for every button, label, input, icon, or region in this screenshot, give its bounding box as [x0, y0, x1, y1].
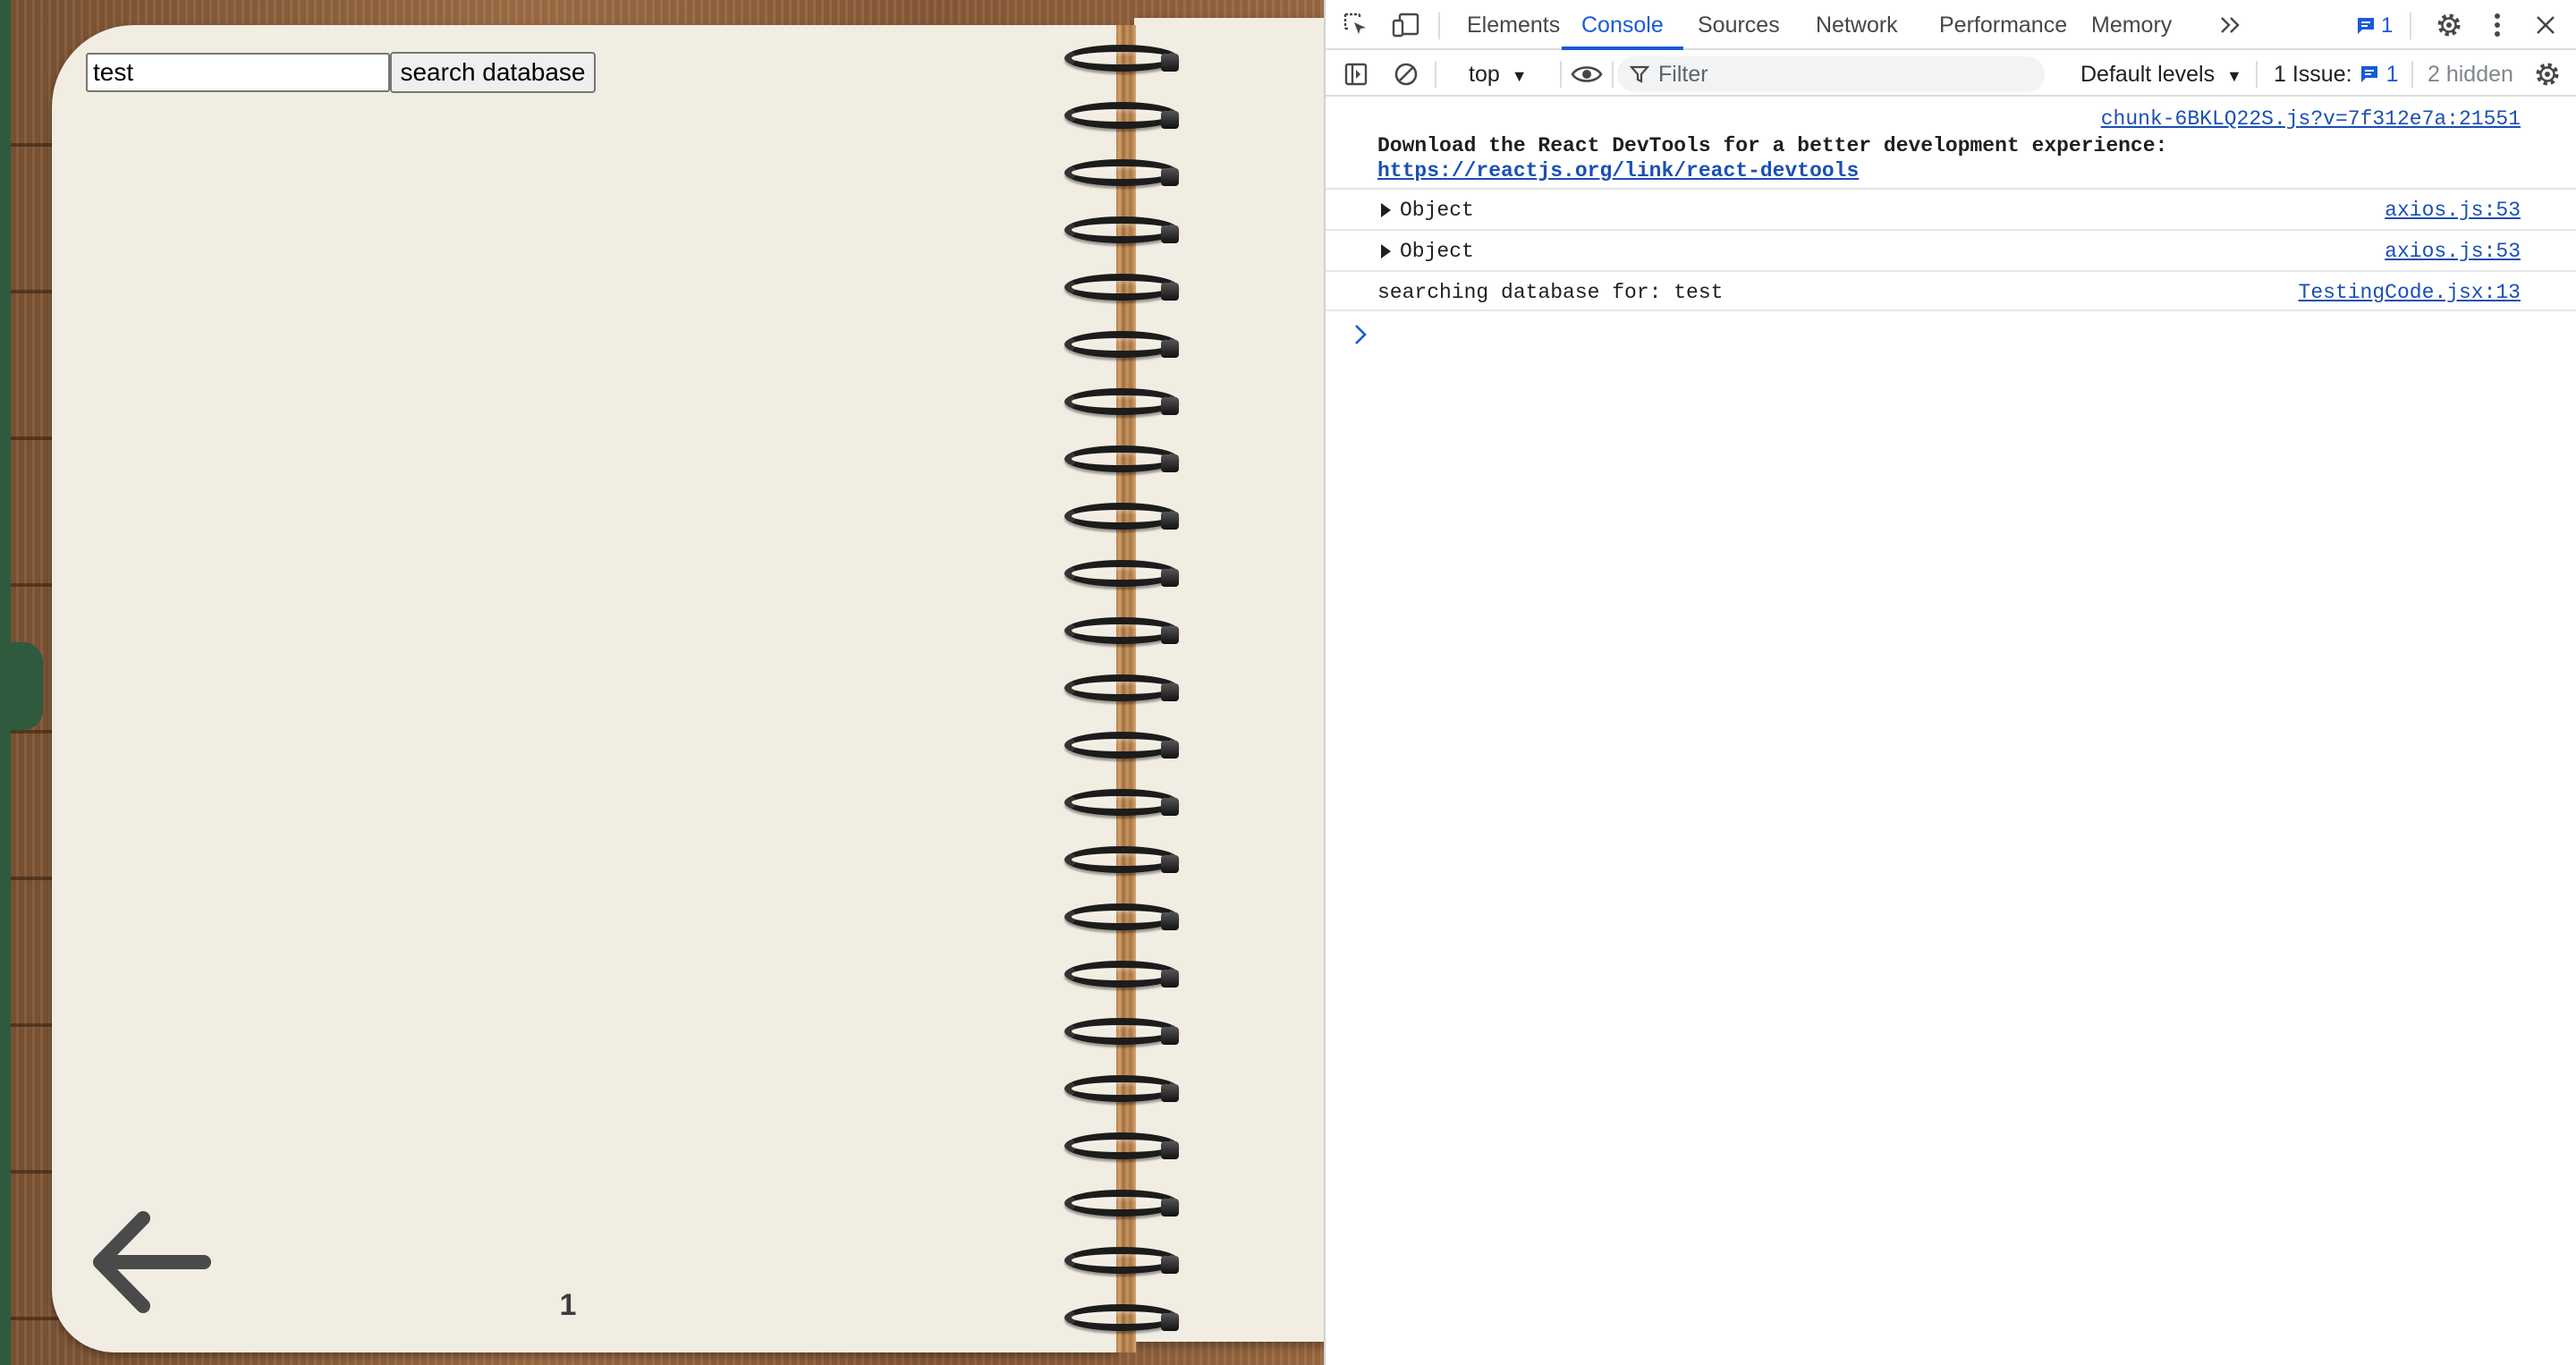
tab-elements[interactable]: Elements [1447, 0, 1580, 50]
spiral-ring [1064, 903, 1179, 930]
filter-icon [1630, 65, 1649, 83]
messages-badge-count: 1 [2381, 13, 2394, 38]
message-text: searching database for: test [1377, 281, 1724, 304]
devtools-main-toolbar: Elements Console Sources Network Perform… [1326, 0, 2576, 50]
message-source-link[interactable]: axios.js:53 [2385, 199, 2521, 222]
toolbar-divider [1612, 61, 1614, 88]
expand-triangle-icon [1381, 244, 1391, 259]
spiral-ring [1064, 961, 1179, 988]
message-text: Download the React DevTools for a better… [1377, 134, 2168, 157]
react-devtools-link[interactable]: https://reactjs.org/link/react-devtools [1377, 159, 1859, 182]
spiral-ring [1064, 503, 1179, 530]
spiral-ring [1064, 617, 1179, 644]
filter-box [1617, 56, 2045, 92]
toolbar-divider [2410, 13, 2411, 39]
notebook-app: search database 1 [0, 0, 1324, 1365]
object-expander[interactable]: Object [1381, 240, 1474, 263]
messages-badge[interactable]: 1 [2356, 9, 2393, 43]
notebook-left-page [52, 25, 1118, 1352]
clear-console-icon[interactable] [1388, 56, 1424, 92]
spiral-ring [1064, 45, 1179, 72]
toolbar-divider [2411, 61, 2413, 88]
devtools-panel: Elements Console Sources Network Perform… [1324, 0, 2576, 1365]
message-icon [2358, 18, 2374, 34]
context-label: top [1469, 62, 1500, 87]
spiral-ring [1064, 445, 1179, 472]
toolbar-divider [1560, 61, 1562, 88]
spiral-ring [1064, 789, 1179, 816]
console-message: searching database for: test TestingCode… [1326, 272, 2576, 311]
spiral-ring [1064, 331, 1179, 358]
spiral-ring [1064, 274, 1179, 301]
close-icon[interactable] [2528, 7, 2563, 43]
hidden-messages-count: 2 hidden [2428, 62, 2513, 87]
tab-memory[interactable]: Memory [2072, 0, 2191, 50]
spiral-ring [1064, 1190, 1179, 1217]
console-settings-gear-icon[interactable] [2529, 56, 2565, 92]
spiral-ring [1064, 732, 1179, 759]
toolbar-divider [2256, 61, 2258, 88]
tab-console[interactable]: Console [1562, 0, 1683, 50]
log-levels-dropdown[interactable]: Default levels ▼ [2073, 55, 2250, 93]
console-toolbar: top ▼ Default levels ▼ 1 Issue: 1 2 hidd… [1326, 52, 2576, 97]
spiral-ring [1064, 1075, 1179, 1102]
console-message: Object axios.js:53 [1326, 231, 2576, 272]
console-message: chunk-6BKLQ22S.js?v=7f312e7a:21551 Downl… [1326, 98, 2576, 190]
console-prompt-chevron-icon[interactable] [1345, 318, 1377, 351]
message-icon [2360, 66, 2377, 82]
spiral-ring [1064, 846, 1179, 873]
object-label: Object [1400, 199, 1474, 222]
console-messages: chunk-6BKLQ22S.js?v=7f312e7a:21551 Downl… [1326, 98, 2576, 344]
more-tabs-chevron-icon[interactable] [2213, 7, 2249, 43]
spiral-ring [1064, 388, 1179, 415]
issues-label: 1 Issue: [2274, 61, 2352, 87]
notebook-side-tab[interactable] [0, 642, 43, 730]
more-options-icon[interactable] [2479, 7, 2515, 43]
spiral-ring [1064, 102, 1179, 129]
live-expression-eye-icon[interactable] [1569, 56, 1605, 92]
inspect-element-icon[interactable] [1338, 7, 1374, 43]
chevron-down-icon: ▼ [1511, 67, 1528, 85]
settings-gear-icon[interactable] [2431, 7, 2467, 43]
context-selector[interactable]: top ▼ [1460, 55, 1537, 93]
spiral-ring [1064, 560, 1179, 587]
toolbar-divider [1438, 13, 1440, 39]
issues-counter[interactable]: 1 Issue: 1 [2274, 55, 2398, 93]
spiral-ring [1064, 1247, 1179, 1274]
console-message: Object axios.js:53 [1326, 190, 2576, 231]
page-number: 1 [559, 1288, 577, 1322]
tab-network[interactable]: Network [1796, 0, 1918, 50]
chevron-down-icon: ▼ [2226, 67, 2242, 85]
search-input[interactable] [86, 53, 390, 92]
search-database-button[interactable]: search database [390, 52, 596, 93]
device-toolbar-icon[interactable] [1388, 7, 1424, 43]
spiral-ring [1064, 1132, 1179, 1159]
toolbar-divider [1435, 61, 1436, 88]
log-levels-label: Default levels [2080, 62, 2216, 87]
spiral-ring [1064, 1304, 1179, 1331]
arrow-left-icon[interactable] [89, 1209, 211, 1315]
message-source-link[interactable]: axios.js:53 [2385, 240, 2521, 263]
expand-triangle-icon [1381, 203, 1391, 217]
filter-input[interactable] [1658, 61, 2034, 88]
message-source-link[interactable]: chunk-6BKLQ22S.js?v=7f312e7a:21551 [2101, 107, 2521, 131]
spiral-binding [1055, 27, 1199, 1342]
spiral-ring [1064, 159, 1179, 186]
spiral-ring [1064, 1018, 1179, 1045]
message-source-link[interactable]: TestingCode.jsx:13 [2299, 281, 2521, 304]
spiral-ring [1064, 674, 1179, 701]
show-sidebar-icon[interactable] [1338, 56, 1374, 92]
tab-sources[interactable]: Sources [1678, 0, 1800, 50]
object-expander[interactable]: Object [1381, 199, 1474, 222]
tab-performance[interactable]: Performance [1919, 0, 2087, 50]
spiral-ring [1064, 216, 1179, 243]
object-label: Object [1400, 240, 1474, 263]
issues-count: 1 [2385, 61, 2399, 87]
